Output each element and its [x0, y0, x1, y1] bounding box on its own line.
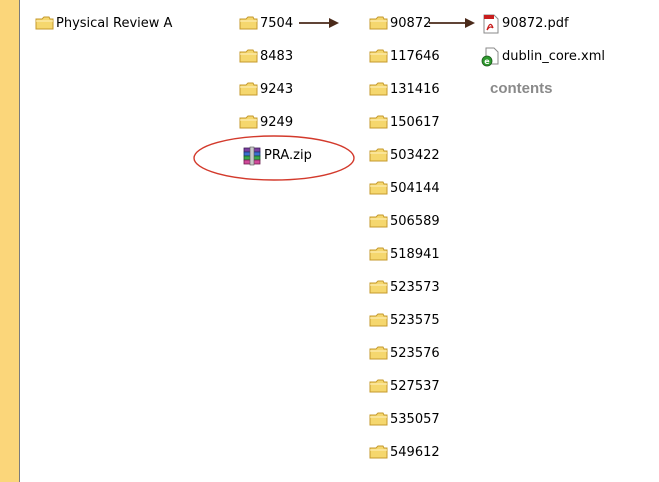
tree-item-label: 8483: [260, 48, 294, 64]
contents-caption: contents: [490, 80, 553, 97]
tree-item-xml-file[interactable]: e dublin_core.xml: [480, 45, 605, 67]
tree-item-folder[interactable]: 518941: [368, 243, 440, 265]
folder-icon: [238, 47, 260, 65]
tree-item-folder[interactable]: 549612: [368, 441, 440, 463]
tree-item-folder[interactable]: 503422: [368, 144, 440, 166]
folder-icon: [368, 179, 390, 197]
arrow-right-icon: [299, 18, 339, 28]
folder-icon: [238, 14, 260, 32]
tree-item-folder[interactable]: 90872: [368, 12, 431, 34]
folder-icon: [368, 278, 390, 296]
folder-icon: [368, 245, 390, 263]
folder-icon: [368, 344, 390, 362]
tree-item-folder-7504[interactable]: 7504: [238, 12, 293, 34]
tree-item-label: 90872: [390, 15, 432, 31]
tree-item-label: 527537: [390, 378, 440, 394]
tree-item-label: 90872.pdf: [502, 15, 569, 31]
tree-item-folder[interactable]: 523576: [368, 342, 440, 364]
svg-text:e: e: [484, 57, 490, 66]
file-tree-panel: Physical Review A 7504 8483 9243 9249 PR…: [19, 0, 659, 482]
tree-item-label: 150617: [390, 114, 440, 130]
tree-item-label: 518941: [390, 246, 440, 262]
tree-item-label: 503422: [390, 147, 440, 163]
folder-icon: [368, 47, 390, 65]
tree-item-label: Physical Review A: [56, 15, 173, 31]
tree-item-label: 504144: [390, 180, 440, 196]
tree-item-label: 535057: [390, 411, 440, 427]
tree-item-folder-9249[interactable]: 9249: [238, 111, 293, 133]
tree-item-label: 523576: [390, 345, 440, 361]
tree-item-folder[interactable]: 131416: [368, 78, 440, 100]
tree-item-folder[interactable]: 117646: [368, 45, 440, 67]
tree-item-label: 523573: [390, 279, 440, 295]
folder-icon: [368, 146, 390, 164]
tree-item-folder[interactable]: 535057: [368, 408, 440, 430]
highlight-oval: [193, 135, 355, 181]
tree-item-folder[interactable]: 150617: [368, 111, 440, 133]
folder-icon: [368, 212, 390, 230]
tree-item-label: 9243: [260, 81, 294, 97]
tree-item-label: 523575: [390, 312, 440, 328]
tree-item-label: dublin_core.xml: [502, 48, 605, 64]
tree-item-label: 506589: [390, 213, 440, 229]
pdf-icon: [480, 14, 502, 34]
folder-icon: [368, 410, 390, 428]
tree-item-folder[interactable]: 523575: [368, 309, 440, 331]
folder-icon: [368, 80, 390, 98]
folder-icon: [238, 80, 260, 98]
tree-item-folder[interactable]: 527537: [368, 375, 440, 397]
tree-item-label: 131416: [390, 81, 440, 97]
folder-icon: [368, 311, 390, 329]
folder-icon: [34, 14, 56, 32]
folder-icon: [368, 14, 390, 32]
arrow-right-icon: [429, 18, 475, 28]
tree-item-folder-9243[interactable]: 9243: [238, 78, 293, 100]
tree-item-label: 549612: [390, 444, 440, 460]
folder-icon: [368, 443, 390, 461]
tree-item-label: 9249: [260, 114, 294, 130]
tree-item-folder[interactable]: 506589: [368, 210, 440, 232]
tree-item-pdf-file[interactable]: 90872.pdf: [480, 12, 569, 34]
tree-item-folder[interactable]: 504144: [368, 177, 440, 199]
tree-item-label: 7504: [260, 15, 294, 31]
tree-item-label: 117646: [390, 48, 440, 64]
tree-item-root-folder[interactable]: Physical Review A: [34, 12, 172, 34]
xml-file-icon: e: [480, 47, 502, 67]
folder-icon: [368, 377, 390, 395]
tree-item-folder[interactable]: 523573: [368, 276, 440, 298]
folder-icon: [238, 113, 260, 131]
tree-item-folder-8483[interactable]: 8483: [238, 45, 293, 67]
folder-icon: [368, 113, 390, 131]
